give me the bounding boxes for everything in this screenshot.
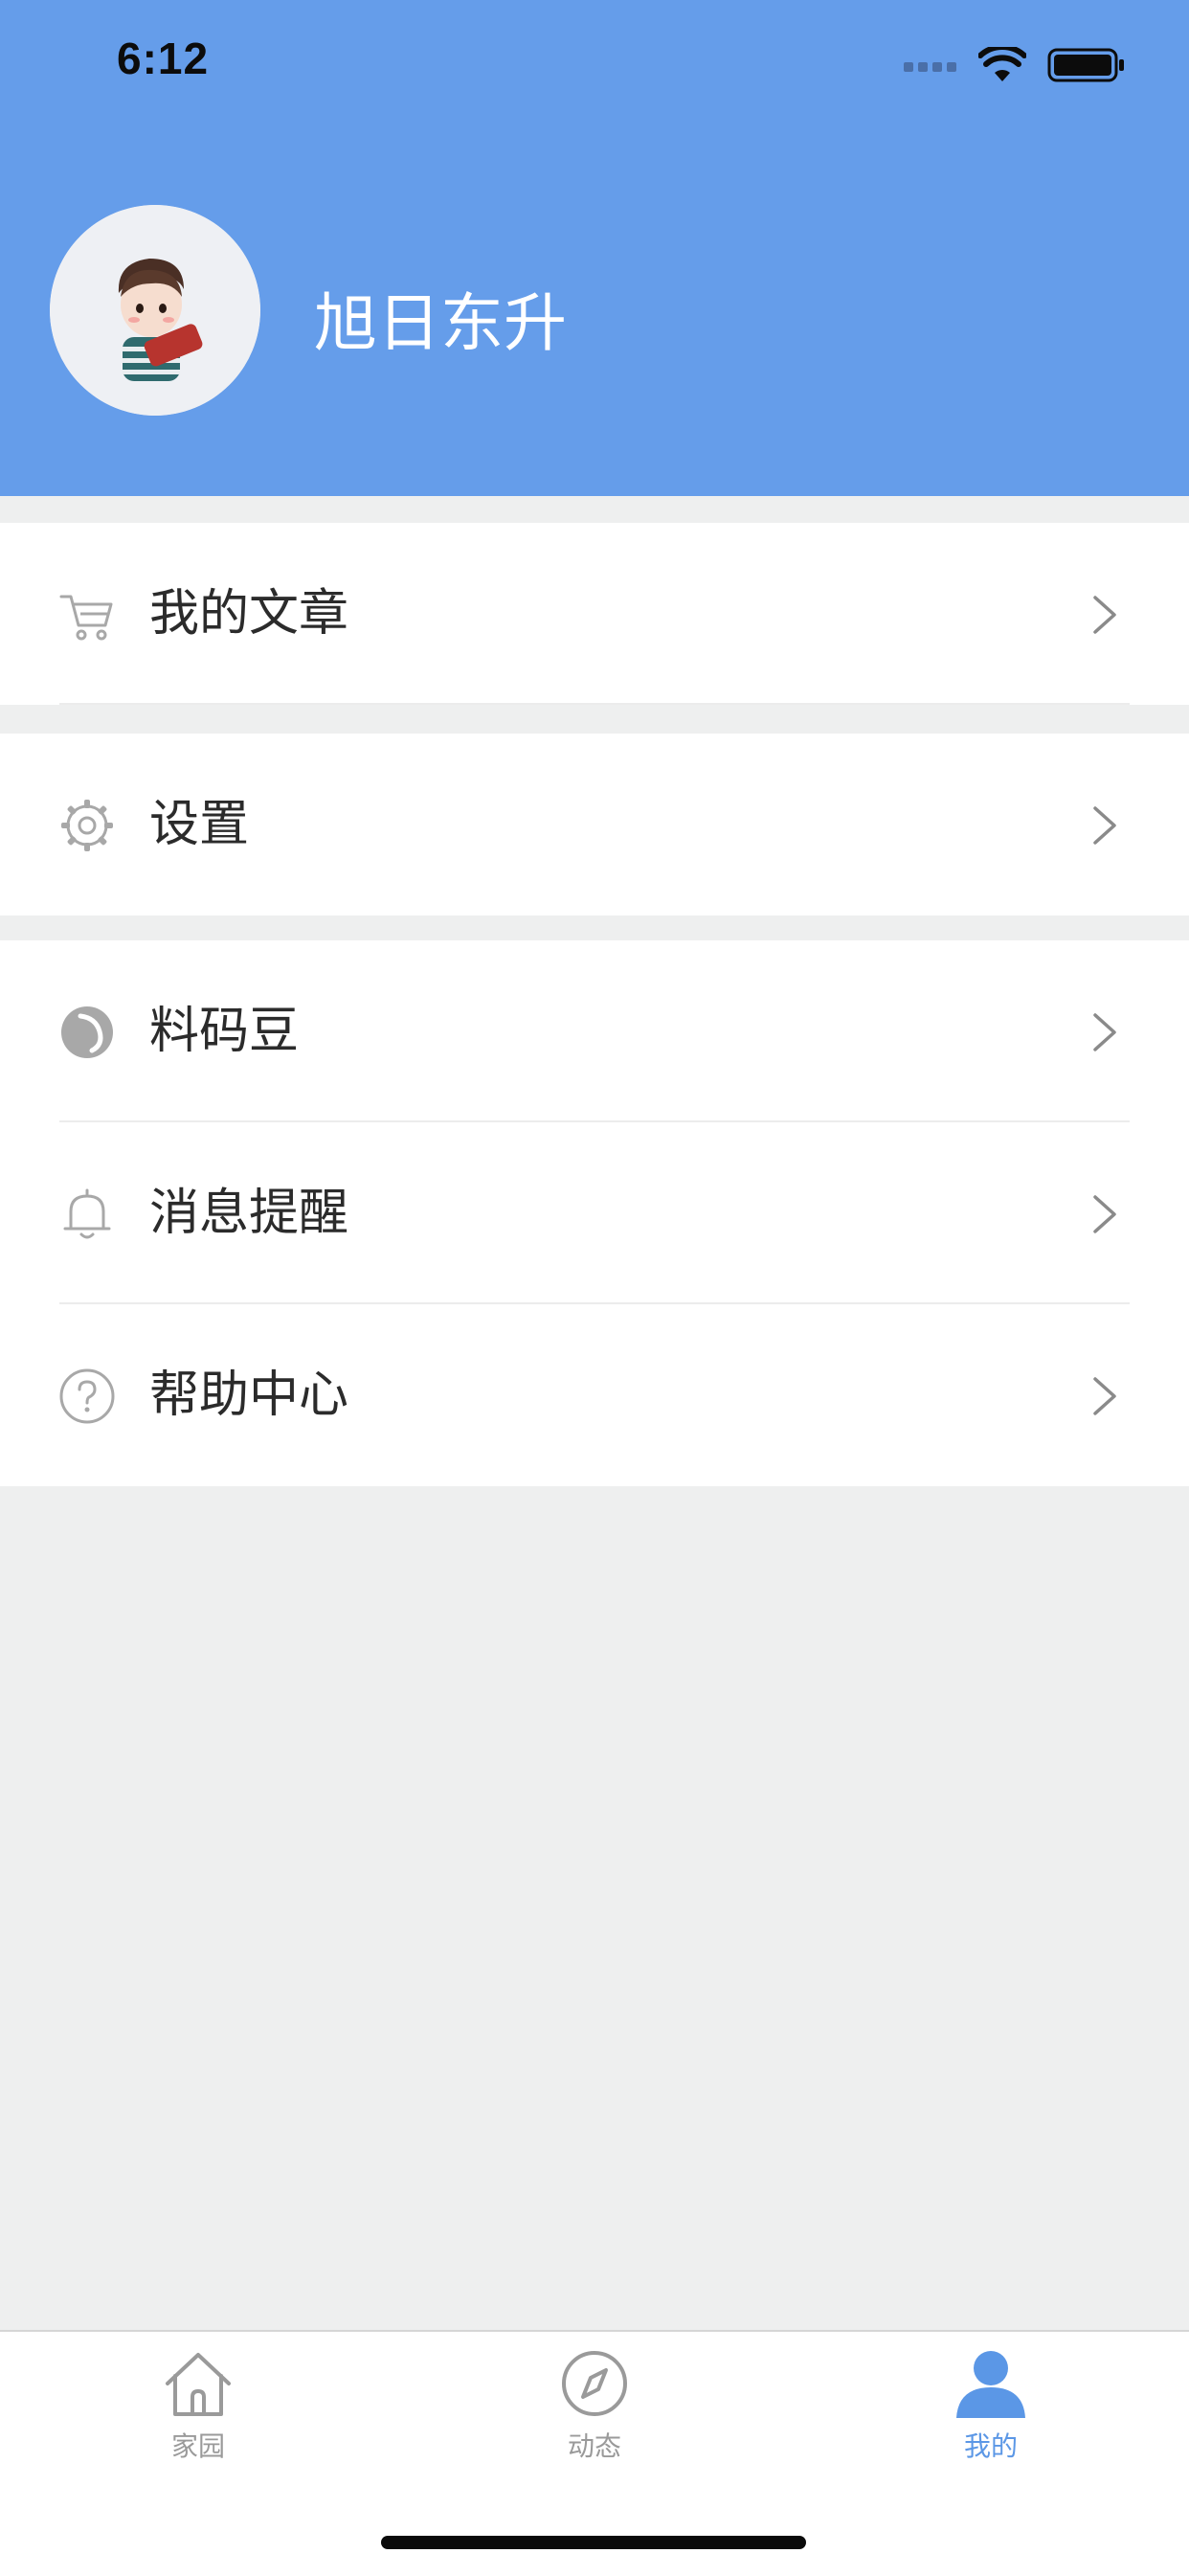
wifi-icon — [978, 47, 1026, 81]
menu-item-my-articles[interactable]: 我的文章 — [0, 523, 1189, 705]
status-time: 6:12 — [117, 34, 210, 83]
home-indicator[interactable] — [381, 2536, 806, 2549]
menu-item-beans[interactable]: 料码豆 — [0, 940, 1189, 1122]
help-icon — [59, 1368, 115, 1424]
username: 旭日东升 — [314, 286, 567, 360]
menu-item-label: 料码豆 — [149, 1003, 300, 1060]
menu-item-label: 我的文章 — [149, 585, 349, 643]
cellular-signal-icon — [904, 62, 956, 72]
menu-item-label: 设置 — [149, 796, 250, 853]
chevron-right-icon — [1093, 1195, 1116, 1233]
compass-icon — [562, 2351, 627, 2416]
gear-icon — [61, 800, 113, 851]
menu-item-help-center[interactable]: 帮助中心 — [0, 1304, 1189, 1486]
menu-item-notifications[interactable]: 消息提醒 — [0, 1122, 1189, 1304]
menu-group-articles: 我的文章 — [0, 523, 1189, 705]
status-icons — [904, 46, 1126, 84]
avatar[interactable] — [50, 205, 260, 416]
chevron-right-icon — [1093, 806, 1116, 845]
divider — [59, 703, 1130, 705]
battery-icon — [1047, 48, 1124, 82]
avatar-illustration — [50, 205, 260, 416]
tab-label: 我的 — [963, 2430, 1018, 2462]
profile-header: 6:12 旭日东升 — [0, 0, 1189, 496]
menu-item-settings[interactable]: 设置 — [0, 734, 1189, 915]
tab-mine[interactable]: 我的 — [914, 2349, 1067, 2464]
cart-icon — [59, 595, 113, 641]
person-icon — [956, 2351, 1025, 2418]
bean-icon — [61, 1006, 113, 1058]
menu-group-more: 料码豆 消息提醒 帮助中心 — [0, 940, 1189, 1486]
menu-group-settings: 设置 — [0, 734, 1189, 915]
chevron-right-icon — [1093, 596, 1116, 634]
menu-item-label: 帮助中心 — [149, 1367, 349, 1424]
tab-home[interactable]: 家园 — [122, 2349, 275, 2464]
chevron-right-icon — [1093, 1013, 1116, 1051]
tab-activity[interactable]: 动态 — [518, 2349, 671, 2464]
chevron-right-icon — [1093, 1377, 1116, 1415]
tab-label: 家园 — [170, 2430, 225, 2462]
tab-label: 动态 — [567, 2430, 621, 2462]
bell-icon — [63, 1188, 111, 1239]
home-icon — [166, 2353, 231, 2416]
menu-item-label: 消息提醒 — [149, 1185, 349, 1242]
